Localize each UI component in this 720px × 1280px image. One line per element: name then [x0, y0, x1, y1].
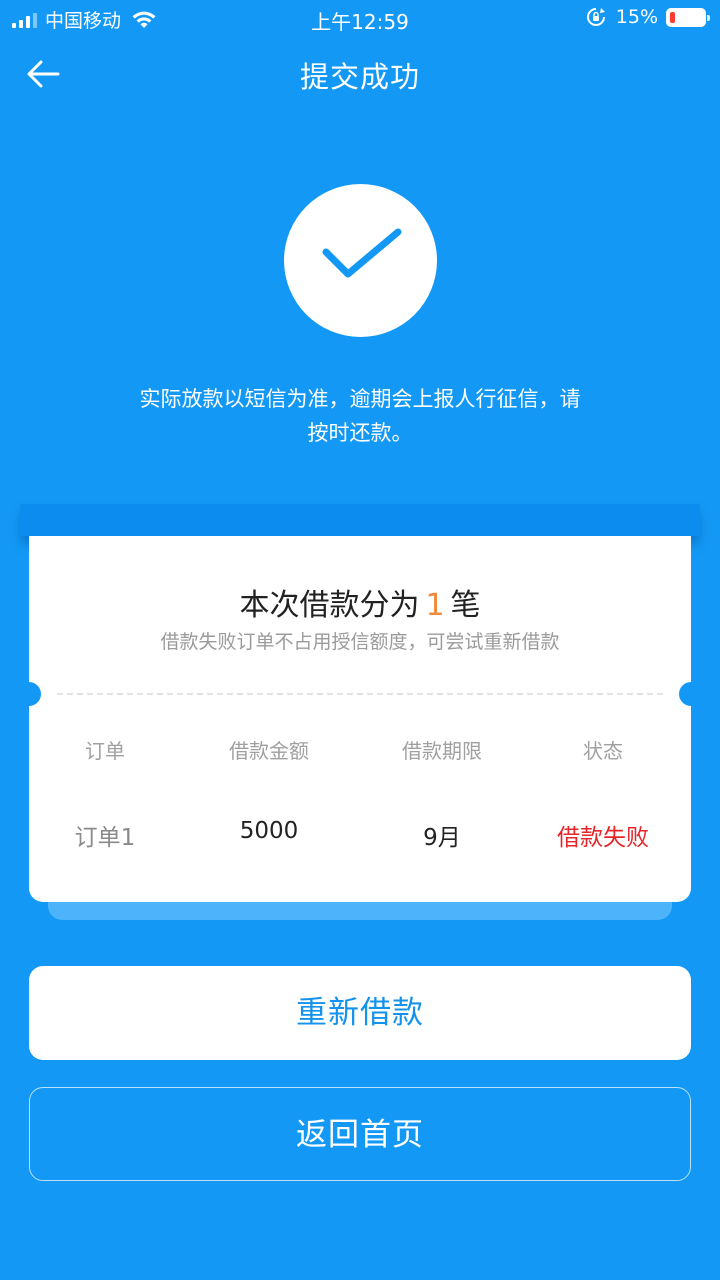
loan-summary-title: 本次借款分为 1 笔 — [29, 580, 691, 624]
table-row: 订单1 5000 9月 借款失败 — [29, 818, 691, 852]
page-title: 提交成功 — [299, 60, 420, 94]
cell-status: 借款失败 — [557, 825, 649, 851]
card-notch-right — [679, 682, 703, 706]
receipt-card: 本次借款分为 1 笔 借款失败订单不占用授信额度，可尝试重新借款 订单 借款金额 借… — [17, 536, 703, 902]
loan-count: 1 — [425, 588, 445, 623]
cell-amount: 5000 — [239, 818, 299, 844]
success-check-badge — [284, 184, 437, 337]
battery-icon — [666, 7, 710, 27]
header-status: 状态 — [583, 739, 623, 763]
notice-line-1: 实际放款以短信为准，逾期会上报人行征信，请 — [139, 387, 581, 411]
summary-title-prefix: 本次借款分为 — [239, 588, 420, 623]
status-bar: 中国移动 上午12:59 15% — [0, 0, 720, 38]
retry-loan-button[interactable]: 重新借款 — [29, 966, 691, 1060]
notice-text: 实际放款以短信为准，逾期会上报人行征信，请 按时还款。 — [110, 382, 610, 450]
card-notch-left — [17, 682, 41, 706]
battery-level-fill — [670, 11, 675, 23]
table-header: 订单 借款金额 借款期限 状态 — [29, 735, 691, 764]
checkmark-icon — [322, 228, 402, 278]
summary-title-suffix: 笔 — [450, 588, 481, 623]
back-home-button[interactable]: 返回首页 — [29, 1087, 691, 1181]
header-amount: 借款金额 — [229, 739, 309, 763]
nav-bar: 提交成功 — [0, 50, 720, 98]
cell-term: 9月 — [423, 825, 461, 851]
status-right: 15% — [586, 6, 710, 28]
cell-order: 订单1 — [74, 825, 136, 851]
header-term: 借款期限 — [402, 739, 482, 763]
loan-summary-subtitle: 借款失败订单不占用授信额度，可尝试重新借款 — [160, 631, 560, 653]
notice-line-2: 按时还款。 — [307, 421, 413, 445]
receipt-slot — [20, 504, 700, 536]
rotation-lock-icon — [586, 8, 605, 26]
dashed-divider — [57, 693, 663, 695]
header-order: 订单 — [85, 739, 125, 763]
battery-percent: 15% — [615, 6, 658, 28]
